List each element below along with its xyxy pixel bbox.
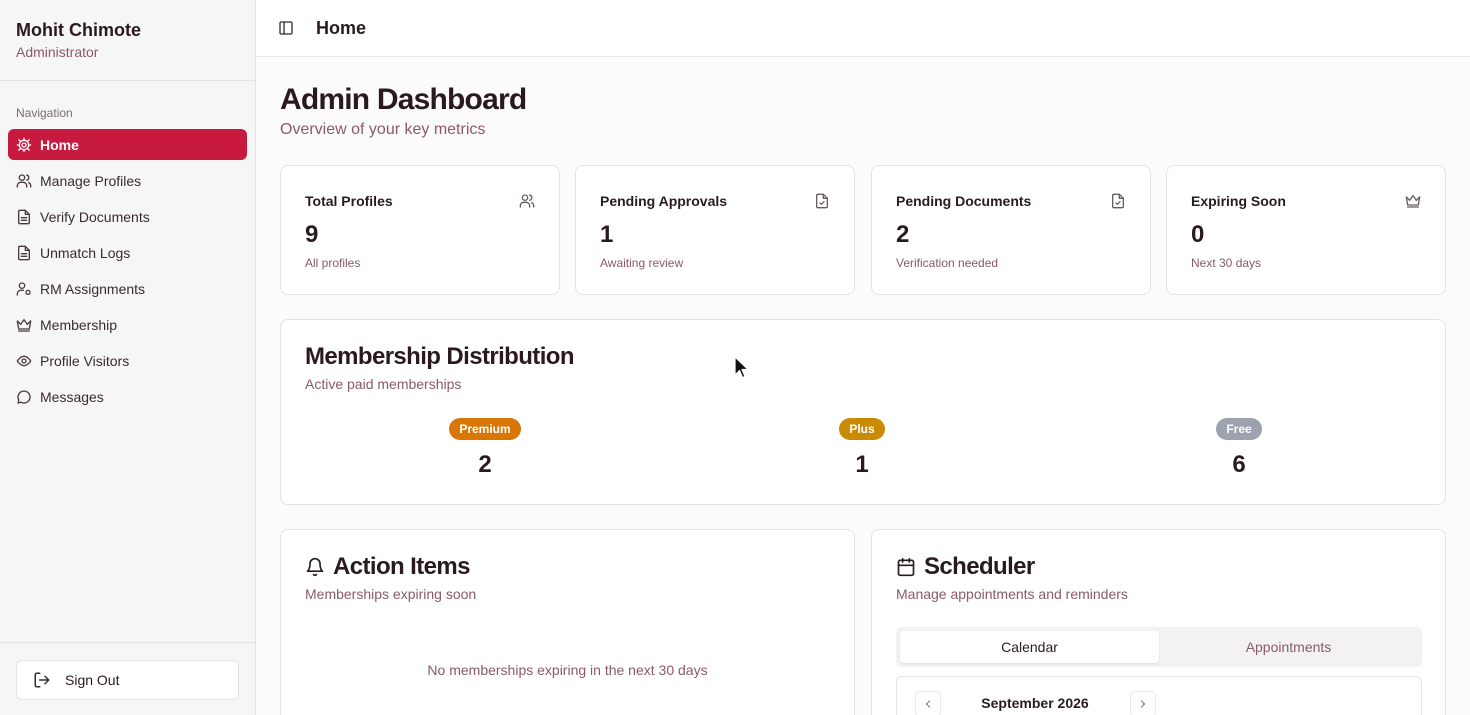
crown-icon	[1405, 193, 1421, 209]
scheduler-tabs: Calendar Appointments	[896, 627, 1422, 667]
tab-calendar[interactable]: Calendar	[900, 631, 1159, 663]
stat-card-expiring-soon: Expiring Soon 0 Next 30 days	[1166, 165, 1446, 295]
logout-icon	[33, 671, 51, 689]
calendar: September 2026	[896, 676, 1422, 715]
tier-premium: Premium 2	[425, 418, 545, 479]
calendar-icon	[896, 557, 916, 577]
users-icon	[519, 193, 535, 209]
sidebar-nav: Home Manage Profiles Verify Documents Un…	[8, 129, 247, 417]
section-title: Scheduler	[896, 553, 1035, 581]
stat-label: Pending Documents	[896, 193, 1032, 209]
document-icon	[16, 209, 32, 225]
sidebar-item-manage-profiles[interactable]: Manage Profiles	[8, 165, 247, 196]
stat-note: All profiles	[305, 256, 361, 270]
stat-label: Expiring Soon	[1191, 193, 1286, 209]
user-name: Mohit Chimote	[16, 20, 141, 40]
sidebar-item-messages[interactable]: Messages	[8, 381, 247, 412]
sidebar-item-label: RM Assignments	[40, 280, 146, 297]
tier-badge: Plus	[839, 418, 885, 440]
membership-distribution-card: Membership Distribution Active paid memb…	[280, 319, 1446, 505]
sidebar-item-label: Manage Profiles	[40, 172, 142, 189]
gear-icon	[16, 137, 32, 153]
empty-message: No memberships expiring in the next 30 d…	[427, 662, 708, 678]
users-icon	[16, 173, 32, 189]
bell-icon	[305, 557, 325, 577]
stat-label: Pending Approvals	[600, 193, 728, 209]
scheduler-title: Scheduler	[924, 553, 1035, 580]
tier-count: 1	[855, 451, 869, 478]
sidebar: Mohit Chimote Administrator Navigation H…	[0, 0, 256, 715]
tier-badge: Premium	[449, 418, 521, 440]
stat-value: 1	[600, 221, 614, 248]
user-role: Administrator	[16, 44, 99, 60]
chevron-right-icon[interactable]	[1130, 691, 1156, 715]
sidebar-footer: Sign Out	[0, 642, 255, 715]
crown-icon	[16, 317, 32, 333]
sidebar-item-label: Membership	[40, 316, 118, 333]
page-title: Admin Dashboard	[280, 83, 527, 116]
sidebar-item-profile-visitors[interactable]: Profile Visitors	[8, 345, 247, 376]
main-content: Admin Dashboard Overview of your key met…	[256, 57, 1470, 715]
sidebar-item-rm-assignments[interactable]: RM Assignments	[8, 273, 247, 304]
action-items-card: Action Items Memberships expiring soon N…	[280, 529, 855, 715]
top-bar: Home	[256, 0, 1470, 57]
section-title: Membership Distribution	[305, 343, 574, 370]
stat-note: Awaiting review	[600, 256, 684, 270]
sidebar-item-label: Verify Documents	[40, 208, 150, 225]
tier-badge: Free	[1216, 418, 1262, 440]
sign-out-button[interactable]: Sign Out	[16, 660, 239, 700]
tab-appointments[interactable]: Appointments	[1159, 631, 1418, 663]
stat-note: Next 30 days	[1191, 256, 1262, 270]
sidebar-item-label: Messages	[40, 388, 104, 405]
stat-note: Verification needed	[896, 256, 999, 270]
stat-value: 0	[1191, 221, 1205, 248]
sidebar-toggle-icon[interactable]	[278, 19, 296, 37]
message-icon	[16, 389, 32, 405]
stat-value: 2	[896, 221, 910, 248]
sidebar-item-home[interactable]: Home	[8, 129, 247, 160]
stat-card-pending-documents: Pending Documents 2 Verification needed	[871, 165, 1151, 295]
user-cog-icon	[16, 281, 32, 297]
tier-count: 6	[1232, 451, 1246, 478]
sidebar-item-membership[interactable]: Membership	[8, 309, 247, 340]
section-subtitle: Manage appointments and reminders	[896, 586, 1128, 602]
user-block: Mohit Chimote Administrator	[0, 0, 255, 81]
sign-out-label: Sign Out	[65, 672, 120, 688]
mouse-cursor-icon	[734, 356, 750, 380]
section-title: Action Items	[305, 553, 470, 581]
section-subtitle: Memberships expiring soon	[305, 586, 477, 602]
stat-label: Total Profiles	[305, 193, 393, 209]
sidebar-item-label: Profile Visitors	[40, 352, 130, 369]
file-check-icon	[814, 193, 830, 209]
tier-free: Free 6	[1179, 418, 1299, 479]
tier-count: 2	[478, 451, 492, 478]
section-subtitle: Active paid memberships	[305, 376, 462, 392]
sidebar-item-label: Unmatch Logs	[40, 244, 131, 261]
tier-plus: Plus 1	[802, 418, 922, 479]
stat-value: 9	[305, 221, 319, 248]
sidebar-item-verify-documents[interactable]: Verify Documents	[8, 201, 247, 232]
eye-icon	[16, 353, 32, 369]
nav-heading: Navigation	[16, 106, 73, 120]
scheduler-card: Scheduler Manage appointments and remind…	[871, 529, 1446, 715]
sidebar-item-label: Home	[40, 136, 79, 153]
document-icon	[16, 245, 32, 261]
action-items-title: Action Items	[333, 553, 470, 580]
stat-card-total-profiles: Total Profiles 9 All profiles	[280, 165, 560, 295]
file-check-icon	[1110, 193, 1126, 209]
stat-card-pending-approvals: Pending Approvals 1 Awaiting review	[575, 165, 855, 295]
page-subtitle: Overview of your key metrics	[280, 121, 486, 138]
sidebar-item-unmatch-logs[interactable]: Unmatch Logs	[8, 237, 247, 268]
page-header-title: Home	[316, 17, 367, 38]
